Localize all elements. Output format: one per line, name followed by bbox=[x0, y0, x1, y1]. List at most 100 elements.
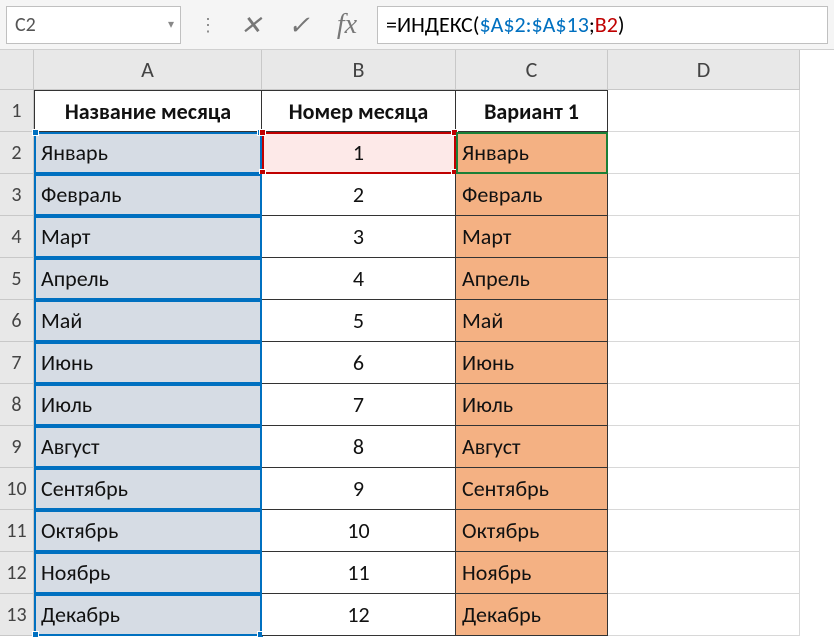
row-header[interactable]: 6 bbox=[0, 300, 34, 342]
chevron-down-icon[interactable]: ▾ bbox=[168, 17, 174, 32]
cell[interactable]: Июнь bbox=[34, 342, 262, 384]
formula-bar: C2 ▾ ⋮ ✕ ✓ fx =ИНДЕКС($A$2:$A$13;B2) bbox=[0, 0, 834, 50]
cell[interactable] bbox=[608, 594, 800, 636]
table-row: Февраль 2 Февраль bbox=[34, 174, 834, 216]
cell[interactable]: Октябрь bbox=[34, 510, 262, 552]
cell[interactable]: 1 bbox=[262, 132, 456, 174]
table-row: Июнь 6 Июнь bbox=[34, 342, 834, 384]
name-box[interactable]: C2 ▾ bbox=[6, 6, 181, 44]
cell[interactable]: 11 bbox=[262, 552, 456, 594]
insert-function-button[interactable]: fx bbox=[323, 6, 371, 44]
cell[interactable]: Апрель bbox=[456, 258, 608, 300]
cell[interactable] bbox=[608, 342, 800, 384]
cell[interactable]: Декабрь bbox=[34, 594, 262, 636]
formula-input[interactable]: =ИНДЕКС($A$2:$A$13;B2) bbox=[377, 6, 828, 44]
cell[interactable] bbox=[608, 510, 800, 552]
table-row: Сентябрь 9 Сентябрь bbox=[34, 468, 834, 510]
cell[interactable]: Название месяца bbox=[34, 90, 262, 132]
cell[interactable]: 12 bbox=[262, 594, 456, 636]
formula-ref1: $A$2:$A$13 bbox=[479, 11, 588, 38]
cell[interactable]: 9 bbox=[262, 468, 456, 510]
cell[interactable]: 6 bbox=[262, 342, 456, 384]
cell[interactable]: Март bbox=[34, 216, 262, 258]
cell[interactable] bbox=[608, 132, 800, 174]
cell[interactable] bbox=[608, 468, 800, 510]
cell[interactable]: 7 bbox=[262, 384, 456, 426]
cell[interactable]: Июнь bbox=[456, 342, 608, 384]
cell[interactable]: 8 bbox=[262, 426, 456, 468]
select-all-corner[interactable] bbox=[0, 50, 34, 90]
cell[interactable]: 3 bbox=[262, 216, 456, 258]
cell[interactable]: Апрель bbox=[34, 258, 262, 300]
cell[interactable]: Январь bbox=[34, 132, 262, 174]
cell[interactable] bbox=[608, 258, 800, 300]
row-header[interactable]: 1 bbox=[0, 90, 34, 132]
cell[interactable]: Март bbox=[456, 216, 608, 258]
column-header[interactable]: C bbox=[456, 50, 608, 90]
row-headers: 1 2 3 4 5 6 7 8 9 10 11 12 13 bbox=[0, 50, 34, 636]
cell[interactable]: 2 bbox=[262, 174, 456, 216]
check-icon: ✓ bbox=[288, 9, 310, 41]
table-row: Май 5 Май bbox=[34, 300, 834, 342]
cell[interactable]: 4 bbox=[262, 258, 456, 300]
table-row: Июль 7 Июль bbox=[34, 384, 834, 426]
row-header[interactable]: 12 bbox=[0, 552, 34, 594]
formula-prefix: =ИНДЕКС( bbox=[386, 11, 479, 38]
column-header[interactable]: B bbox=[262, 50, 456, 90]
row-header[interactable]: 11 bbox=[0, 510, 34, 552]
cell[interactable]: Ноябрь bbox=[34, 552, 262, 594]
row-header[interactable]: 5 bbox=[0, 258, 34, 300]
table-row: Ноябрь 11 Ноябрь bbox=[34, 552, 834, 594]
row-header[interactable]: 8 bbox=[0, 384, 34, 426]
cell[interactable]: Номер месяца bbox=[262, 90, 456, 132]
cell[interactable]: Май bbox=[34, 300, 262, 342]
cell[interactable] bbox=[608, 216, 800, 258]
row-header[interactable]: 9 bbox=[0, 426, 34, 468]
table-row: Декабрь 12 Декабрь bbox=[34, 594, 834, 636]
cell[interactable]: Октябрь bbox=[456, 510, 608, 552]
cell[interactable]: Сентябрь bbox=[456, 468, 608, 510]
table-row: Январь 1 Январь bbox=[34, 132, 834, 174]
active-cell[interactable]: Январь bbox=[456, 132, 608, 174]
cell[interactable]: Июль bbox=[456, 384, 608, 426]
cell[interactable]: Август bbox=[34, 426, 262, 468]
cell[interactable] bbox=[608, 384, 800, 426]
row-header[interactable]: 4 bbox=[0, 216, 34, 258]
column-header[interactable]: D bbox=[608, 50, 800, 90]
cell[interactable] bbox=[608, 552, 800, 594]
cell[interactable] bbox=[608, 174, 800, 216]
cell[interactable]: 10 bbox=[262, 510, 456, 552]
range-handle-icon[interactable] bbox=[32, 129, 39, 136]
range-handle-icon[interactable] bbox=[32, 631, 39, 638]
fx-icon: fx bbox=[337, 9, 357, 41]
cancel-button[interactable]: ✕ bbox=[227, 6, 275, 44]
column-headers: A B C D bbox=[34, 50, 834, 90]
row-header[interactable]: 2 bbox=[0, 132, 34, 174]
cell[interactable]: Июль bbox=[34, 384, 262, 426]
cell[interactable]: Сентябрь bbox=[34, 468, 262, 510]
cell[interactable]: Декабрь bbox=[456, 594, 608, 636]
cell[interactable]: Август bbox=[456, 426, 608, 468]
spreadsheet: 1 2 3 4 5 6 7 8 9 10 11 12 13 A B C D На… bbox=[0, 50, 834, 636]
range-handle-icon[interactable] bbox=[259, 129, 266, 136]
row-header[interactable]: 10 bbox=[0, 468, 34, 510]
cell[interactable]: Май bbox=[456, 300, 608, 342]
cell[interactable]: 5 bbox=[262, 300, 456, 342]
name-box-value: C2 bbox=[15, 13, 36, 37]
cell[interactable]: Февраль bbox=[456, 174, 608, 216]
cell[interactable] bbox=[608, 300, 800, 342]
row-header[interactable]: 13 bbox=[0, 594, 34, 636]
formula-suffix: ) bbox=[618, 11, 625, 38]
row-header[interactable]: 3 bbox=[0, 174, 34, 216]
table-row: Октябрь 10 Октябрь bbox=[34, 510, 834, 552]
cell[interactable] bbox=[608, 426, 800, 468]
dots-icon: ⋮ bbox=[187, 14, 227, 36]
table-row: Август 8 Август bbox=[34, 426, 834, 468]
row-header[interactable]: 7 bbox=[0, 342, 34, 384]
column-header[interactable]: A bbox=[34, 50, 262, 90]
enter-button[interactable]: ✓ bbox=[275, 6, 323, 44]
cell[interactable]: Февраль bbox=[34, 174, 262, 216]
cell[interactable]: Вариант 1 bbox=[456, 90, 608, 132]
cell[interactable]: Ноябрь bbox=[456, 552, 608, 594]
cell[interactable] bbox=[608, 90, 800, 132]
